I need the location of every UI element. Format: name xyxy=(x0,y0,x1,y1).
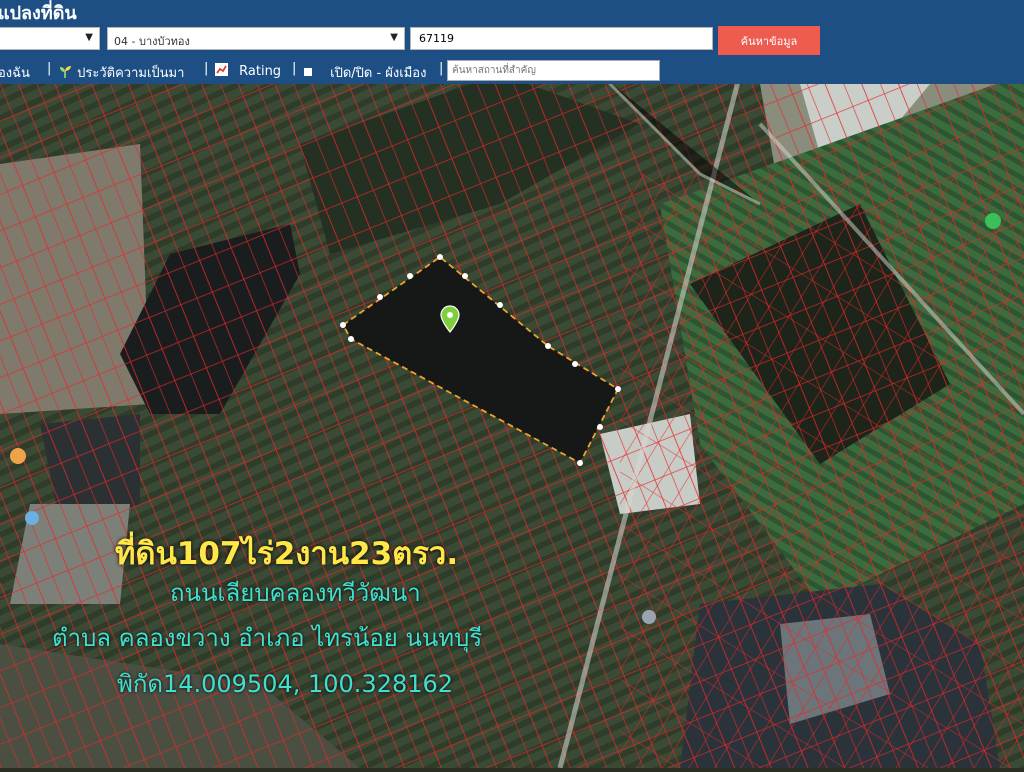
district-select[interactable]: 04 - บางบัวทอง ▼ xyxy=(107,27,405,50)
chart-icon xyxy=(215,63,228,76)
coordinates-label: พิกัด14.009504, 100.328162 xyxy=(117,670,454,698)
chevron-down-icon: ▼ xyxy=(85,32,93,43)
province-select[interactable]: ▼ xyxy=(0,27,100,50)
rating-link[interactable]: Rating xyxy=(214,62,281,79)
landmark-search-input[interactable] xyxy=(447,60,660,81)
checkbox-icon xyxy=(304,68,312,76)
town-plan-toggle[interactable]: เปิด/ปิด - ผังเมือง xyxy=(304,62,426,83)
poi-marker-icon xyxy=(25,511,39,525)
parcel-number-input[interactable] xyxy=(410,27,713,50)
top-bar: แปลงที่ดิน ▼ 04 - บางบัวทอง ▼ ค้นหาข้อมู… xyxy=(0,0,1024,84)
toolbar-separator: | xyxy=(292,61,297,76)
history-link[interactable]: ประวัติความเป็นมา xyxy=(58,62,184,83)
district-select-value: 04 - บางบัวทอง xyxy=(114,35,190,48)
poi-marker-icon xyxy=(985,213,1001,229)
chevron-down-icon: ▼ xyxy=(390,32,398,43)
map-view[interactable]: ที่ดิน107ไร่2งาน23ตรว. ถนนเลียบคลองทวีวั… xyxy=(0,72,1024,769)
land-area-label: ที่ดิน107ไร่2งาน23ตรว. xyxy=(115,536,459,572)
sprout-icon xyxy=(60,66,71,78)
location-label: ตำบล คลองขวาง อำเภอ ไทรน้อย นนทบุรี xyxy=(52,624,483,652)
toolbar-separator: | xyxy=(47,61,52,76)
history-label: ประวัติความเป็นมา xyxy=(77,66,185,81)
page-title: แปลงที่ดิน xyxy=(0,3,77,24)
town-plan-label: เปิด/ปิด - ผังเมือง xyxy=(330,66,427,81)
poi-marker-icon xyxy=(642,610,656,624)
toolbar-separator: | xyxy=(204,61,209,76)
rating-label: Rating xyxy=(239,64,282,79)
my-location-link[interactable]: องฉัน xyxy=(0,62,30,83)
poi-marker-icon xyxy=(10,448,26,464)
toolbar-separator: | xyxy=(439,61,444,76)
road-label: ถนนเลียบคลองทวีวัฒนา xyxy=(170,579,421,607)
search-button[interactable]: ค้นหาข้อมูล xyxy=(718,26,820,55)
